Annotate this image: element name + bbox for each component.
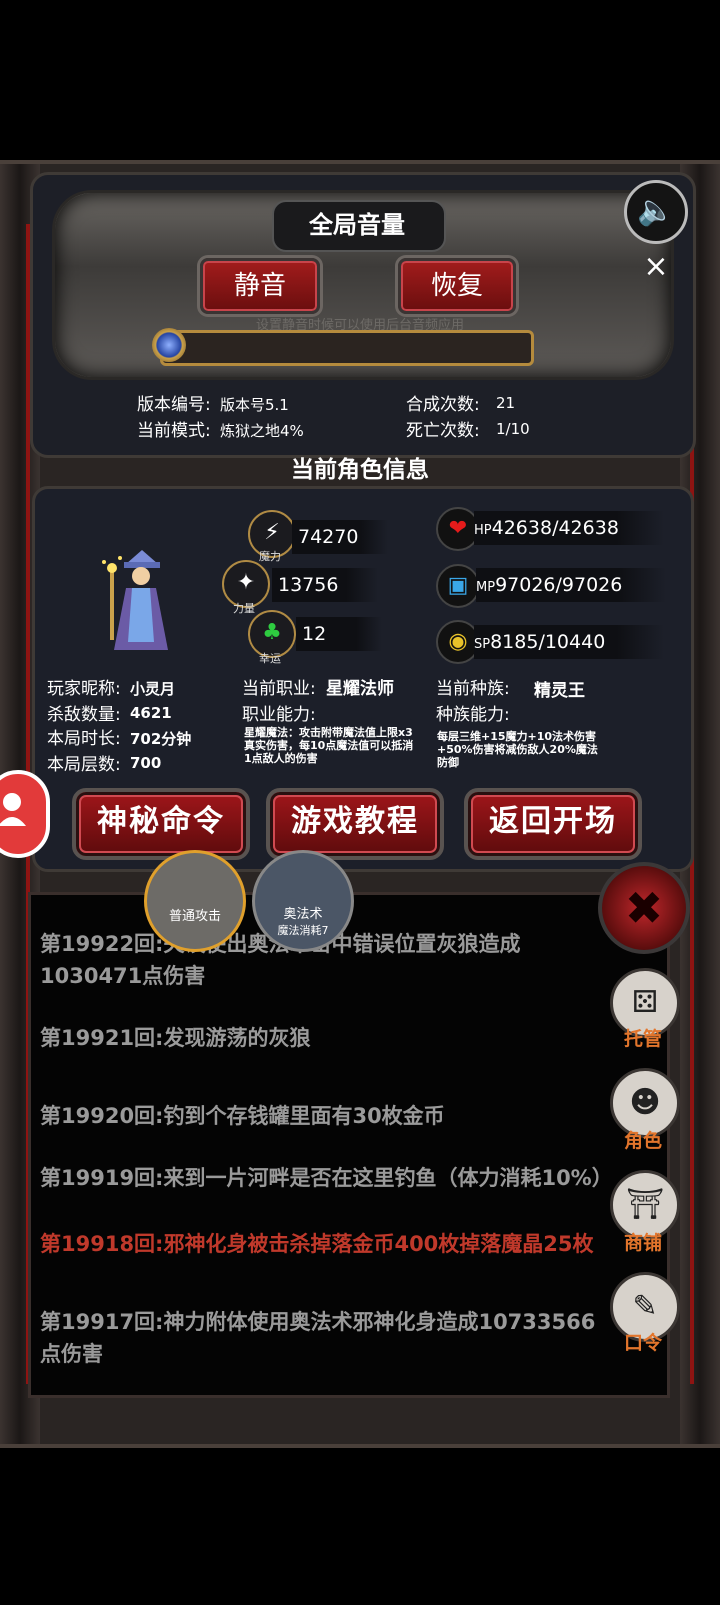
hp-row: HP42638/42638 [474,511,664,545]
arcane-cost: 魔法消耗7 [277,924,329,937]
volume-slider-knob[interactable] [152,328,186,362]
magic-value: 74270 [292,520,388,554]
role-header: 当前角色信息 [291,457,429,483]
mp-row: MP97026/97026 [476,568,666,602]
luck-caption: 幸运 [259,652,281,665]
arcane-skill[interactable]: 奥法术 魔法消耗7 [252,850,354,952]
luck-value: 12 [296,617,382,651]
character-sprite [102,550,168,650]
log-line: 第19919回:来到一片河畔是否在这里钓鱼（体力消耗10%） [40,1166,613,1190]
arcane-label: 奥法术 [283,907,323,922]
auto-label[interactable]: 托管 [608,1024,678,1051]
sp-value: 8185/10440 [490,631,606,653]
job-ability-desc: 星耀魔法：攻击附带魔法值上限x3真实伤害，每10点魔法值可以抵消1点敌人的伤害 [244,726,414,765]
user-icon[interactable] [0,770,50,858]
death-label: 死亡次数: [406,421,480,441]
log-line-highlight: 第19918回:邪神化身被击杀掉落金币400枚掉落魔晶25枚 [40,1232,594,1256]
normal-attack-label: 普通攻击 [168,909,221,924]
version-value: 版本号5.1 [220,396,289,414]
race-value: 精灵王 [534,681,585,701]
merge-value: 21 [496,394,516,412]
time-value: 702分钟 [130,730,192,748]
floor-label: 本局层数: [47,755,121,775]
version-label: 版本编号: [137,395,211,415]
job-ability-label: 职业能力: [242,705,316,725]
mode-value: 炼狱之地4% [220,422,304,440]
race-label: 当前种族: [436,679,510,699]
car-icon: ▣ [436,564,480,608]
race-ability-label: 种族能力: [436,705,510,725]
hp-value: 42638/42638 [491,517,619,539]
nick-value: 小灵月 [130,680,176,698]
floor-value: 700 [130,754,162,772]
job-label: 当前职业: [242,679,316,699]
log-line: 第19921回:发现游荡的灰狼 [40,1026,311,1050]
shop-label[interactable]: 商铺 [608,1228,678,1255]
restore-button[interactable]: 恢复 [398,258,516,314]
nick-label: 玩家昵称: [47,679,121,699]
log-line: 第19920回:钓到个存钱罐里面有30枚金币 [40,1104,445,1128]
volume-slider[interactable] [160,330,534,366]
mute-speaker-icon[interactable]: 🔈× [624,180,688,284]
sound-title: 全局音量 [309,211,405,239]
tutorial-button[interactable]: 游戏教程 [266,788,444,860]
time-label: 本局时长: [47,729,121,749]
kills-value: 4621 [130,704,172,722]
kills-label: 杀敌数量: [47,705,121,725]
hp-label: HP [474,523,492,538]
mp-value: 97026/97026 [495,574,623,596]
normal-attack-skill[interactable]: 普通攻击 [144,850,246,952]
back-to-start-button[interactable]: 返回开场 [464,788,642,860]
close-x-icon[interactable]: ✖ [598,862,690,954]
merge-label: 合成次数: [406,395,480,415]
role-label[interactable]: 角色 [608,1126,678,1153]
secret-command-button[interactable]: 神秘命令 [72,788,250,860]
strength-value: 13756 [272,568,378,602]
mp-label: MP [476,580,496,595]
mute-button[interactable]: 静音 [200,258,320,314]
mode-label: 当前模式: [137,421,211,441]
sp-label: SP [474,637,491,652]
user-icon-glyph [0,793,26,826]
job-value: 星耀法师 [326,679,394,699]
death-value: 1/10 [496,420,530,438]
sp-row: SP8185/10440 [474,625,664,659]
log-line: 第19917回:神力附体使用奥法术邪神化身造成10733566点伤害 [40,1310,596,1366]
code-label[interactable]: 口令 [608,1328,678,1355]
race-ability-desc: 每层三维+15魔力+10法术伤害+50%伤害将减伤敌人20%魔法防御 [437,730,598,769]
